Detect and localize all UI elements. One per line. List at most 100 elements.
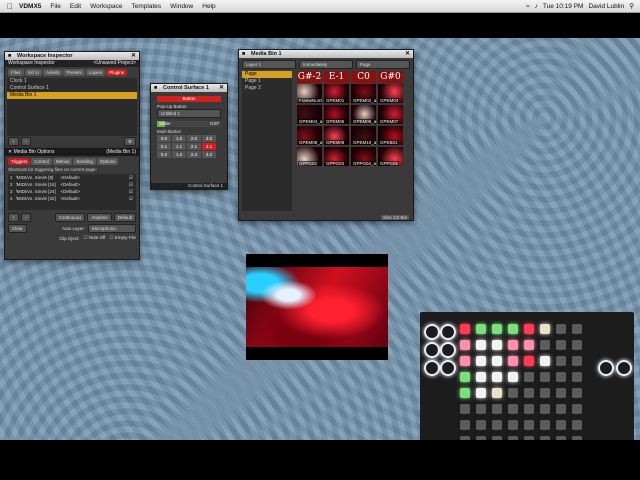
clip-thumbnail[interactable]: GPEM09	[324, 126, 349, 145]
apple-menu-icon[interactable]: 	[7, 2, 13, 11]
multi-button[interactable]: 2.1	[187, 143, 201, 150]
clip-thumbnail[interactable]: GPEM10_alt	[351, 126, 376, 145]
clip-thumbnail[interactable]: GPEM02_alt	[351, 84, 376, 103]
tab-layers[interactable]: Layers	[85, 69, 106, 76]
control-surface-title[interactable]: ■ Control Surface 1 ✕	[151, 84, 227, 92]
pad-button	[476, 356, 486, 366]
pad-button	[572, 404, 582, 414]
search-icon[interactable]: ⚲	[629, 2, 634, 10]
list-item-clock[interactable]: Clock 1	[7, 78, 137, 85]
close-icon[interactable]: ✕	[131, 52, 136, 60]
multi-button[interactable]: 1.0	[172, 135, 186, 142]
gear-icon[interactable]: ⚙	[123, 137, 136, 146]
menu-window[interactable]: Window	[170, 3, 193, 10]
checkbox-icon[interactable]: ☑	[129, 181, 133, 188]
remove-button[interactable]: −	[20, 137, 32, 146]
default-button[interactable]: Default	[113, 213, 136, 222]
empty-file-checkbox[interactable]: ☐ Empty File	[109, 235, 136, 241]
clip-thumbnail[interactable]: GPPG02	[297, 147, 322, 166]
checkbox-icon[interactable]: ☑	[129, 188, 133, 195]
clip-thumbnail[interactable]: GPEM04_alt	[297, 105, 322, 124]
close-icon[interactable]: ✕	[405, 50, 410, 58]
close-icon[interactable]: ✕	[219, 84, 224, 92]
wifi-icon[interactable]: ≈	[526, 3, 530, 10]
trigger-mode-dropdown[interactable]: Immediately	[299, 60, 353, 69]
pad-button	[556, 356, 566, 366]
clip-thumbnail[interactable]: GPPG03	[324, 147, 349, 166]
tab-plugins[interactable]: Plugins	[106, 69, 128, 76]
list-item-media-bin[interactable]: Media Bin 1	[7, 92, 137, 99]
popup-button[interactable]: Untitled 1	[157, 109, 221, 118]
clip-thumbnail[interactable]: GPEM01	[324, 84, 349, 103]
row-value[interactable]: <Default>	[61, 195, 81, 202]
multi-button[interactable]: 0.2	[157, 151, 171, 158]
clip-thumbnail[interactable]: GPPG04_alt	[351, 147, 376, 166]
page-mode-dropdown[interactable]: Page	[356, 60, 410, 69]
controller-photo	[420, 312, 634, 440]
multi-button[interactable]: 0.0	[157, 135, 171, 142]
clip-thumbnail[interactable]: GPEM06_alt	[351, 105, 376, 124]
auto-layer-dropdown[interactable]: Monophonic	[88, 224, 136, 233]
row-path: /MIDI/vn. Sinvle [24]	[15, 189, 56, 194]
clip-thumbnail[interactable]: GPPG05	[378, 147, 403, 166]
slider[interactable]: Slider 0.07	[157, 121, 221, 127]
tab-presets[interactable]: Presets	[63, 69, 85, 76]
pad-button	[524, 324, 534, 334]
clip-thumbnail[interactable]: GPEM08_alt	[297, 126, 322, 145]
continuous-dropdown[interactable]: Continuous	[54, 213, 86, 222]
clip-thumbnail[interactable]: FrameNumb	[297, 84, 322, 103]
menu-file[interactable]: File	[50, 3, 60, 10]
user-name[interactable]: David Lublin	[588, 3, 624, 10]
clip-thumbnail[interactable]: GPEB01	[378, 126, 403, 145]
checkbox-icon[interactable]: ☑	[129, 174, 133, 181]
clock[interactable]: Tue 10:19 PM	[543, 3, 584, 10]
multi-button[interactable]: 2.2	[187, 151, 201, 158]
checkbox-icon[interactable]: ☑	[129, 195, 133, 202]
tab-control[interactable]: Control	[31, 158, 52, 165]
tab-menus[interactable]: Menus	[52, 158, 73, 165]
tab-files[interactable]: Files	[8, 69, 24, 76]
app-menu[interactable]: VDMX5	[19, 3, 41, 10]
clip-thumbnail[interactable]: GPEM03	[378, 84, 403, 103]
tab-options[interactable]: Options	[96, 158, 119, 165]
workspace-inspector-title[interactable]: ■ Workspace Inspector ✕	[5, 52, 139, 60]
row-value[interactable]: <Default>	[61, 181, 81, 188]
table-row[interactable]: 2/MIDI/vn. Sinvle [16] <Default> ☑	[8, 181, 136, 188]
tab-vid-in[interactable]: Vid In	[24, 69, 42, 76]
menu-templates[interactable]: Templates	[132, 3, 162, 10]
multi-button[interactable]: 2.0	[187, 135, 201, 142]
menu-workspace[interactable]: Workspace	[90, 3, 122, 10]
menu-edit[interactable]: Edit	[70, 3, 81, 10]
clear-button[interactable]: Clear	[8, 224, 27, 233]
media-bin-footer[interactable]: Size 1/2 Bin	[380, 215, 409, 220]
multi-button[interactable]: 3.2	[202, 151, 216, 158]
multi-button[interactable]: 3.0	[202, 135, 216, 142]
table-row[interactable]: 1/MIDI/vn. Sinvle [8] <Default> ☑	[8, 174, 136, 181]
add-button[interactable]: +	[8, 213, 19, 222]
menu-help[interactable]: Help	[202, 3, 215, 10]
list-item-control-surface[interactable]: Control Surface 1	[7, 85, 137, 92]
clip-thumbnail[interactable]: GPEM07	[378, 105, 403, 124]
clip-thumbnail[interactable]: GPEM05	[324, 105, 349, 124]
multi-button[interactable]: 0.1	[157, 143, 171, 150]
tab-assets[interactable]: Assets	[42, 69, 63, 76]
page-item[interactable]: Page 2	[242, 85, 292, 92]
tab-triggers[interactable]: Triggers	[8, 158, 31, 165]
anytime-dropdown[interactable]: Anytime	[87, 213, 112, 222]
row-value[interactable]: <Default>	[61, 188, 81, 195]
volume-icon[interactable]: ♪	[535, 3, 538, 10]
table-row[interactable]: 3/MIDI/vn. Sinvle [24] <Default> ☑	[8, 188, 136, 195]
remove-button[interactable]: −	[20, 213, 32, 222]
add-button[interactable]: +	[8, 137, 19, 146]
multi-button[interactable]: 1.2	[172, 151, 186, 158]
multi-button[interactable]: 3.1	[202, 143, 216, 150]
page-item[interactable]: Page	[242, 71, 292, 78]
multi-button[interactable]: 1.1	[172, 143, 186, 150]
page-item[interactable]: Page 1	[242, 78, 292, 85]
row-value[interactable]: <Default>	[61, 174, 81, 181]
note-off-checkbox[interactable]: ☐ Note Off	[83, 235, 105, 241]
media-bin-title[interactable]: ■ Media Bin 1 ✕	[239, 50, 413, 58]
table-row[interactable]: 4/MIDI/vn. Sinvle [32] <Default> ☑	[8, 195, 136, 202]
tab-sending[interactable]: Sending	[73, 158, 96, 165]
layer-dropdown[interactable]: Layer 1	[242, 60, 296, 69]
